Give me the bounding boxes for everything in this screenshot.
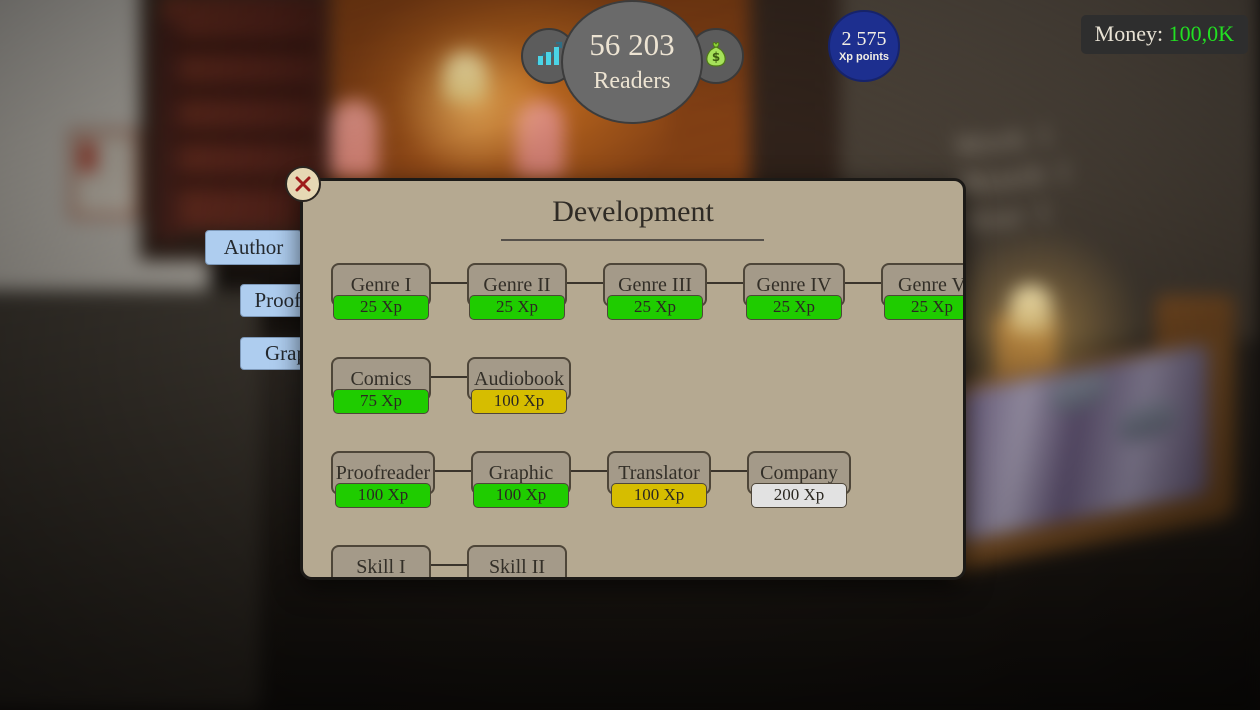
wall-picture-frame	[70, 130, 140, 218]
ceiling-lamp	[443, 52, 487, 102]
xp-points-badge[interactable]: 2 575 Xp points	[828, 10, 900, 82]
xp-label: Xp points	[838, 51, 890, 63]
skill-node-label: Company	[760, 462, 838, 484]
skill-node-label: Graphic	[488, 462, 554, 484]
money-label: Money:	[1094, 21, 1164, 46]
tree-connector	[431, 376, 467, 378]
close-icon	[295, 176, 311, 192]
skill-node[interactable]: Genre V 25 Xp	[881, 263, 966, 320]
game-screen: Week 1 Month 1 Year 1 Author Proofre Gra…	[0, 0, 1260, 710]
skill-node[interactable]: Translator 100 Xp	[607, 451, 711, 508]
skill-cost-badge[interactable]: 100 Xp	[473, 483, 569, 508]
development-dialog: Development Genre I 25 Xp Genre II 25 Xp Gen…	[300, 178, 966, 580]
staff-row: Proofreader 100 Xp Graphic 100 Xp Translator…	[331, 451, 851, 513]
skill-cost-badge[interactable]: 75 Xp	[333, 389, 429, 414]
skill-node-label: Audiobook	[474, 368, 564, 390]
skill-node-label: Comics	[350, 368, 412, 390]
tree-connector	[435, 470, 471, 472]
skill-node[interactable]: Proofreader 100 Xp	[331, 451, 435, 508]
floor-left	[0, 290, 260, 710]
tree-connector	[707, 282, 743, 284]
skill-node-label: Skill I	[356, 556, 406, 578]
bookshelf-shelf	[175, 130, 315, 142]
skill-cost-badge[interactable]: 100 Xp	[471, 389, 567, 414]
money-value: 100,0K	[1168, 21, 1234, 46]
skill-tree: Genre I 25 Xp Genre II 25 Xp Genre III 25 Xp G…	[303, 263, 963, 577]
bedside-lamp	[1010, 285, 1052, 333]
skill-node-label: Genre II	[483, 274, 551, 296]
skill-cost-badge[interactable]: 25 Xp	[469, 295, 565, 320]
skill-node-label: Genre IV	[756, 274, 832, 296]
skill-cost-badge[interactable]: 100 Xp	[611, 483, 707, 508]
skill-node[interactable]: Skill I	[331, 545, 431, 578]
skill-node[interactable]: Skill II	[467, 545, 567, 578]
skill-node-label: Genre V	[898, 274, 966, 296]
bookshelf-shelf	[175, 85, 315, 97]
skill-row: Skill I Skill II	[331, 545, 567, 578]
skill-cost-badge[interactable]: 25 Xp	[333, 295, 429, 320]
skill-cost-badge[interactable]: 100 Xp	[335, 483, 431, 508]
bookshelf-shelf	[175, 40, 315, 52]
genre-row: Genre I 25 Xp Genre II 25 Xp Genre III 25 Xp G…	[331, 263, 966, 325]
tree-connector	[567, 282, 603, 284]
skill-node-label: Genre III	[618, 274, 692, 296]
skill-node[interactable]: Genre II 25 Xp	[467, 263, 567, 320]
tree-connector	[845, 282, 881, 284]
money-display: Money: 100,0K	[1080, 15, 1248, 54]
close-button[interactable]	[285, 166, 321, 202]
skill-node[interactable]: Genre I 25 Xp	[331, 263, 431, 320]
bar-chart-icon	[534, 40, 564, 73]
menu-button-author[interactable]: Author	[205, 230, 302, 265]
tree-connector	[711, 470, 747, 472]
skill-node-label: Genre I	[350, 274, 412, 296]
skill-cost-badge[interactable]: 25 Xp	[607, 295, 703, 320]
skill-node[interactable]: Genre III 25 Xp	[603, 263, 707, 320]
skill-cost-badge[interactable]: 200 Xp	[751, 483, 847, 508]
svg-text:$: $	[712, 50, 720, 64]
tree-connector	[571, 470, 607, 472]
skill-cost-badge[interactable]: 25 Xp	[746, 295, 842, 320]
character-figure	[330, 100, 378, 178]
tree-connector	[431, 564, 467, 566]
xp-value: 2 575	[841, 28, 887, 50]
skill-cost-badge[interactable]: 25 Xp	[884, 295, 963, 320]
date-display: Week 1 Month 1 Year 1	[953, 114, 1079, 241]
media-row: Comics 75 Xp Audiobook 100 Xp	[331, 357, 571, 419]
money-bag-icon: $	[701, 39, 731, 74]
skill-node[interactable]: Genre IV 25 Xp	[743, 263, 845, 320]
readers-counter[interactable]: 56 203 Readers	[561, 0, 703, 124]
picture-content	[80, 142, 96, 172]
skill-node-label: Skill II	[488, 556, 546, 578]
tree-connector	[431, 282, 467, 284]
skill-node-label: Translator	[618, 462, 700, 484]
skill-node-label: Proofreader	[335, 462, 431, 484]
title-divider	[501, 239, 764, 241]
skill-node[interactable]: Comics 75 Xp	[331, 357, 431, 414]
skill-node[interactable]: Company 200 Xp	[747, 451, 851, 508]
dialog-title: Development	[552, 195, 714, 228]
readers-label: Readers	[593, 68, 671, 94]
skill-node[interactable]: Audiobook 100 Xp	[467, 357, 571, 414]
readers-value: 56 203	[589, 27, 675, 62]
skill-node[interactable]: Graphic 100 Xp	[471, 451, 571, 508]
